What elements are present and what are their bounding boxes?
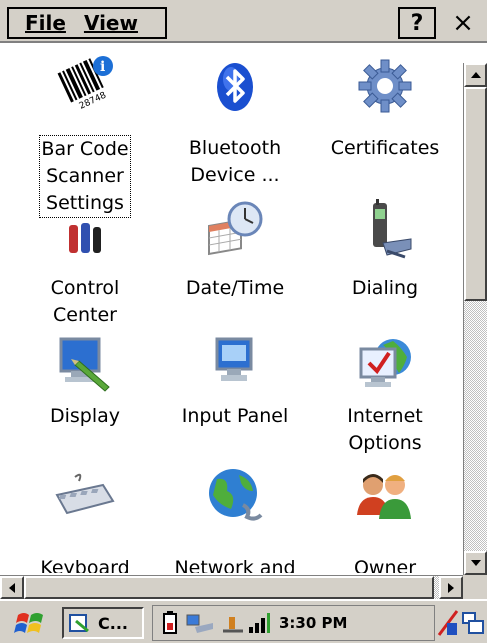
item-label: Display xyxy=(49,405,121,427)
item-control-center[interactable]: Control Center xyxy=(10,215,160,335)
item-label: Certificates xyxy=(330,137,440,159)
signal-strength-icon[interactable] xyxy=(247,611,271,635)
item-owner[interactable]: Owner xyxy=(310,465,460,573)
switch-windows-icon[interactable] xyxy=(461,611,485,635)
item-label: Date/Time xyxy=(185,277,285,299)
item-label: Bar Code Scanner Settings xyxy=(39,135,131,218)
item-display[interactable]: Display xyxy=(10,335,160,475)
input-method-icon[interactable] xyxy=(437,609,459,637)
item-bluetooth[interactable]: Bluetooth Device ... xyxy=(160,53,310,193)
view-menu[interactable]: View xyxy=(84,11,138,35)
control-panel-icon xyxy=(69,614,89,633)
barcode-icon: 28748 i xyxy=(54,53,115,115)
item-label: Dialing xyxy=(351,277,419,299)
file-menu[interactable]: File xyxy=(25,11,66,35)
network-globe-icon xyxy=(209,469,263,521)
horizontal-scroll-thumb[interactable] xyxy=(24,576,434,599)
battery-icon[interactable] xyxy=(161,611,179,635)
tray-extra xyxy=(437,609,484,637)
arrow-left-icon xyxy=(9,582,15,593)
windows-flag-icon xyxy=(14,613,43,633)
item-label: Owner xyxy=(353,557,417,573)
item-date-time[interactable]: Date/Time xyxy=(160,195,310,335)
help-label: ? xyxy=(410,10,424,36)
scroll-thumb[interactable] xyxy=(464,87,487,301)
svg-text:i: i xyxy=(100,59,105,75)
start-button[interactable] xyxy=(14,609,46,637)
taskbar: C... 3:30 PM xyxy=(0,599,487,643)
scroll-corner xyxy=(463,575,487,599)
task-button-control-panel[interactable]: C... xyxy=(62,607,144,639)
arrow-right-icon xyxy=(448,582,454,593)
item-bar-code-scanner[interactable]: 28748 i Bar Code Scanner Settings xyxy=(10,53,160,228)
menu-bar: File View ? × xyxy=(0,0,487,43)
control-center-icon xyxy=(69,223,101,253)
menu-group: File View xyxy=(7,7,167,39)
scroll-up-button[interactable] xyxy=(464,63,487,87)
close-button[interactable]: × xyxy=(444,7,482,39)
help-button[interactable]: ? xyxy=(398,7,436,39)
scroll-right-button[interactable] xyxy=(439,576,463,599)
file-menu-label: File xyxy=(25,11,66,35)
item-label: Network and xyxy=(174,557,296,573)
view-menu-label: View xyxy=(83,11,138,35)
item-internet-options[interactable]: Internet Options xyxy=(310,335,460,475)
item-certificates[interactable]: Certificates xyxy=(310,53,460,193)
network-connection-icon[interactable] xyxy=(185,611,215,635)
system-tray: 3:30 PM xyxy=(152,605,435,641)
arrow-up-icon xyxy=(470,72,481,78)
close-label: × xyxy=(452,8,474,38)
item-input-panel[interactable]: Input Panel xyxy=(160,335,310,475)
bluetooth-icon xyxy=(217,63,253,111)
item-dialing[interactable]: Dialing xyxy=(310,195,460,335)
horizontal-scrollbar[interactable] xyxy=(0,575,463,599)
clock-icon xyxy=(208,201,263,256)
item-keyboard[interactable]: Keyboard xyxy=(10,471,160,573)
task-button-label: C... xyxy=(98,613,128,633)
item-label: Control Center xyxy=(50,277,120,326)
scroll-down-button[interactable] xyxy=(464,551,487,575)
vertical-scrollbar[interactable] xyxy=(463,63,487,575)
arrow-down-icon xyxy=(470,560,481,566)
usb-connection-icon[interactable] xyxy=(219,611,245,635)
item-label: Internet Options xyxy=(347,405,423,454)
keyboard-icon xyxy=(55,473,115,515)
item-label: Input Panel xyxy=(181,405,289,427)
scroll-left-button[interactable] xyxy=(0,576,24,599)
gear-icon xyxy=(358,59,412,113)
phone-icon xyxy=(373,199,412,259)
owner-users-icon xyxy=(357,474,411,519)
display-icon xyxy=(59,337,110,392)
keyboard-panel-icon xyxy=(215,337,253,381)
item-network[interactable]: Network and xyxy=(160,465,310,573)
control-panel-list: 28748 i Bar Code Scanner Settings Blueto… xyxy=(0,45,463,573)
item-label: Keyboard xyxy=(40,557,130,573)
clock[interactable]: 3:30 PM xyxy=(279,614,347,632)
globe-check-icon xyxy=(359,339,411,387)
item-label: Bluetooth Device ... xyxy=(188,137,282,186)
